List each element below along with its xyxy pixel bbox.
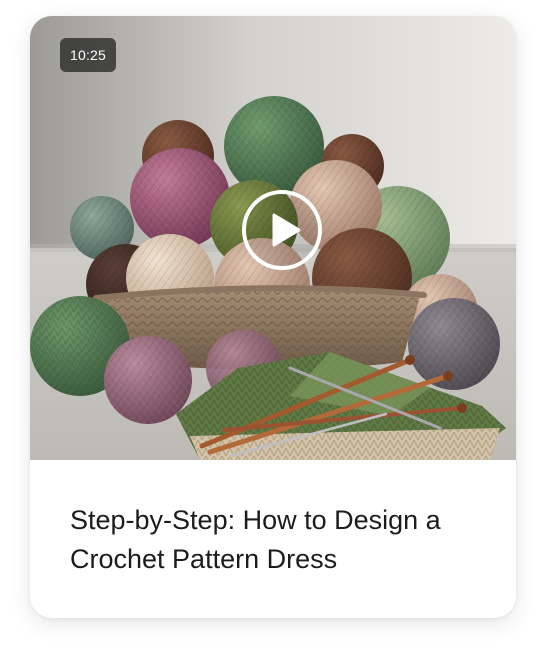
video-duration-badge: 10:25 bbox=[60, 38, 117, 72]
play-button[interactable] bbox=[241, 189, 323, 271]
video-card[interactable]: 10:25 Step-by-Step: How to Design a Croc… bbox=[30, 16, 516, 618]
video-title[interactable]: Step-by-Step: How to Design a Crochet Pa… bbox=[70, 501, 490, 579]
video-thumbnail[interactable]: 10:25 bbox=[30, 16, 516, 460]
play-icon bbox=[242, 190, 322, 270]
